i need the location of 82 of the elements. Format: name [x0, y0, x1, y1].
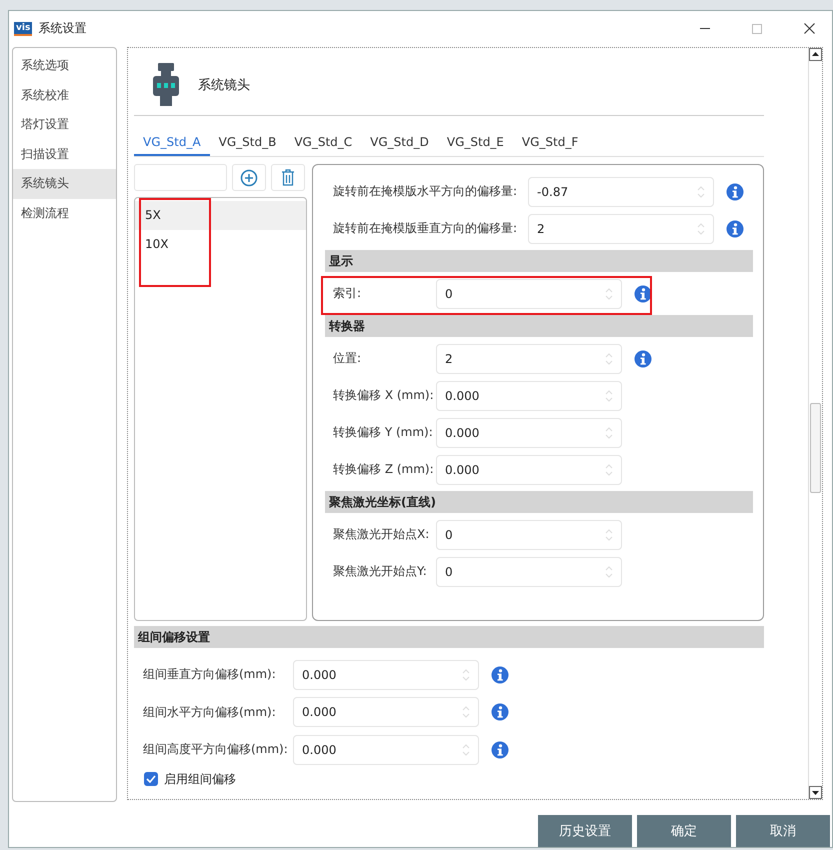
number-field[interactable]: 0: [436, 520, 622, 550]
section-header: 显示: [325, 250, 753, 272]
sidebar-item[interactable]: 扫描设置: [13, 140, 116, 169]
spinner-icon[interactable]: [605, 286, 613, 300]
checkbox[interactable]: [144, 772, 158, 786]
lens-tab[interactable]: VG_Std_D: [361, 131, 438, 156]
minimize-icon[interactable]: [700, 28, 710, 30]
number-field[interactable]: 0.000: [436, 454, 622, 484]
lens-item[interactable]: 5X: [135, 201, 306, 230]
lens-tab[interactable]: VG_Std_B: [210, 131, 286, 156]
dialog-button[interactable]: 确定: [637, 815, 731, 847]
section-header: 组间偏移设置: [134, 626, 764, 648]
app-logo: vis: [14, 22, 32, 36]
info-icon[interactable]: [491, 740, 509, 759]
sidebar-item[interactable]: 检测流程: [13, 198, 116, 228]
scroll-down-icon[interactable]: [809, 786, 822, 799]
spinner-icon[interactable]: [605, 388, 613, 402]
spinner-icon[interactable]: [462, 742, 470, 757]
number-field[interactable]: 2: [528, 214, 714, 244]
number-field[interactable]: 0.000: [293, 697, 479, 728]
lens-tab[interactable]: VG_Std_A: [134, 131, 210, 156]
add-button[interactable]: [232, 164, 266, 191]
field-label: 聚焦激光开始点Y:: [332, 563, 428, 580]
search-field[interactable]: [134, 164, 227, 191]
field-label: 组间垂直方向偏移(mm):: [142, 666, 277, 684]
info-icon[interactable]: [634, 284, 652, 302]
info-icon[interactable]: [726, 182, 744, 200]
field-label: 索引:: [332, 285, 362, 302]
sidebar-item[interactable]: 塔灯设置: [13, 110, 116, 140]
number-field[interactable]: 2: [436, 344, 622, 374]
lens-icon: [152, 63, 180, 107]
spinner-icon[interactable]: [605, 426, 613, 440]
spinner-icon[interactable]: [605, 528, 613, 542]
scroll-thumb[interactable]: [810, 403, 821, 493]
field-label: 聚焦激光开始点X:: [332, 526, 430, 543]
spinner-icon[interactable]: [462, 668, 470, 682]
lens-item[interactable]: 10X: [135, 230, 306, 259]
scrollbar[interactable]: [808, 48, 822, 799]
spinner-icon[interactable]: [462, 705, 470, 720]
field-label: 组间水平方向偏移(mm):: [142, 704, 277, 721]
number-field[interactable]: 0.000: [436, 418, 622, 448]
trash-icon: [281, 169, 295, 186]
maximize-icon[interactable]: [752, 24, 762, 34]
info-icon[interactable]: [726, 220, 744, 238]
field-label: 转换偏移 X (mm):: [332, 387, 435, 404]
sidebar-item[interactable]: 系统校准: [13, 80, 116, 110]
delete-button[interactable]: [271, 164, 305, 191]
number-field[interactable]: 0: [436, 278, 622, 308]
dialog-button[interactable]: 取消: [736, 815, 830, 847]
spinner-icon[interactable]: [697, 222, 706, 236]
info-icon[interactable]: [491, 666, 509, 684]
number-field[interactable]: -0.87: [528, 176, 714, 206]
add-icon: [240, 168, 258, 186]
scroll-up-icon[interactable]: [809, 48, 822, 61]
dialog-button[interactable]: 历史设置: [538, 815, 632, 847]
checkbox-label: 启用组间偏移: [164, 770, 236, 788]
sidebar-item[interactable]: 系统镜头: [13, 169, 116, 198]
number-field[interactable]: 0.000: [293, 734, 479, 765]
field-label: 旋转前在掩模版垂直方向的偏移量:: [332, 220, 518, 237]
number-field[interactable]: 0.000: [436, 380, 622, 410]
info-icon[interactable]: [634, 350, 652, 368]
number-field[interactable]: 0: [436, 556, 622, 586]
lens-tab[interactable]: VG_Std_E: [438, 131, 513, 156]
spinner-icon[interactable]: [605, 564, 613, 578]
section-header: 聚焦激光坐标(直线): [325, 491, 753, 513]
info-icon[interactable]: [491, 703, 509, 722]
field-label: 组间高度平方向偏移(mm):: [142, 741, 289, 758]
field-label: 转换偏移 Y (mm):: [332, 424, 434, 441]
number-field[interactable]: 0.000: [293, 660, 479, 690]
spinner-icon[interactable]: [605, 462, 613, 476]
spinner-icon[interactable]: [605, 352, 613, 366]
field-label: 转换偏移 Z (mm):: [332, 461, 435, 478]
close-icon[interactable]: [804, 23, 814, 34]
window-title: 系统设置: [38, 20, 88, 37]
field-label: 旋转前在掩模版水平方向的偏移量:: [332, 183, 518, 200]
lens-tab[interactable]: VG_Std_C: [285, 131, 362, 156]
sidebar-item[interactable]: 系统选项: [13, 51, 116, 80]
field-label: 位置:: [332, 350, 362, 367]
section-header: 转换器: [325, 315, 753, 337]
section-title: 系统镜头: [198, 77, 250, 94]
lens-tab[interactable]: VG_Std_F: [512, 131, 588, 156]
spinner-icon[interactable]: [697, 184, 706, 198]
